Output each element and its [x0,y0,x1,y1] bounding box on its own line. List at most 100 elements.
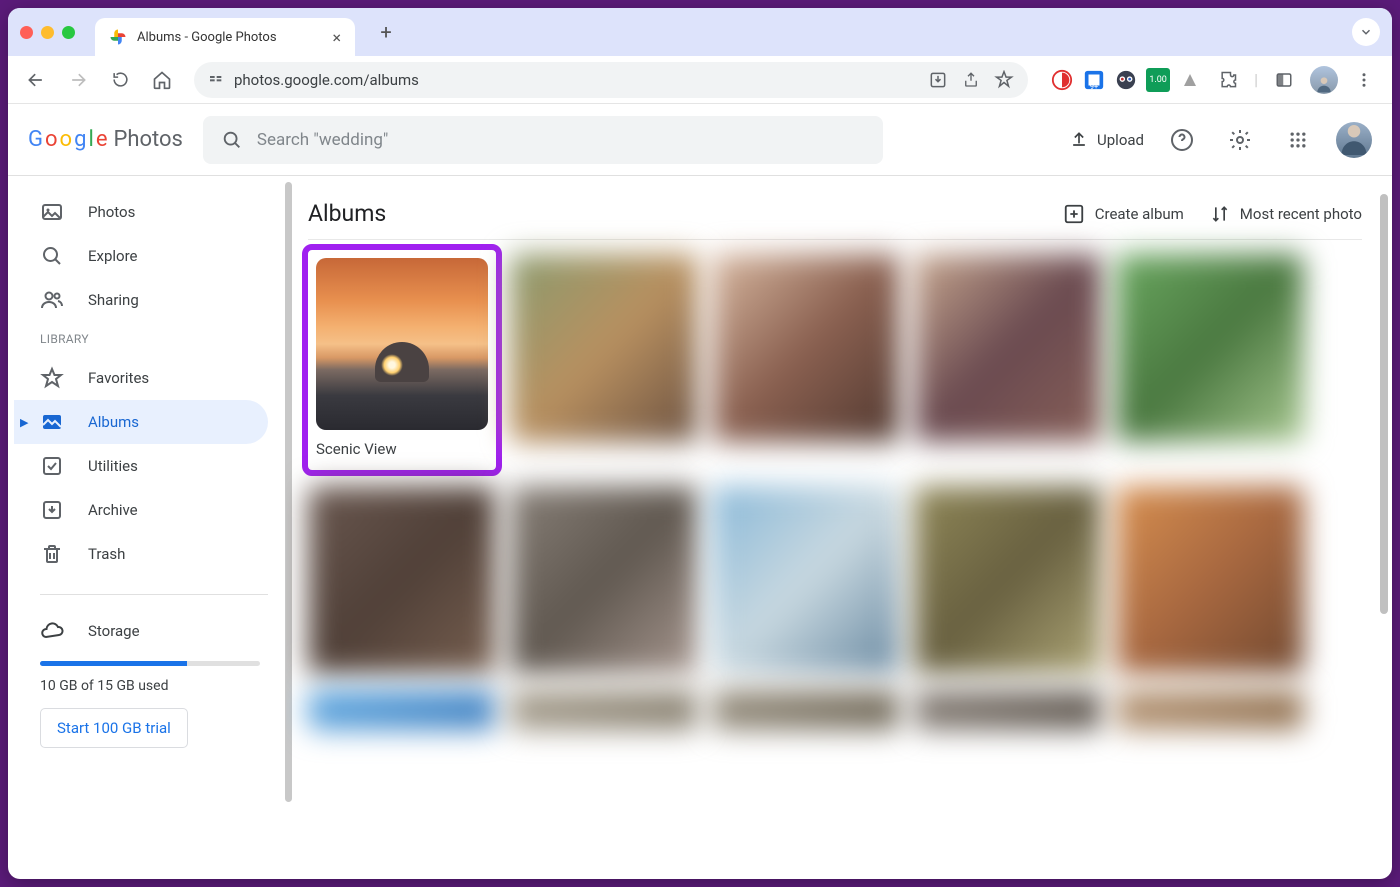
account-avatar[interactable] [1336,122,1372,158]
album-scenic-view[interactable]: Scenic View [308,250,496,470]
puzzle-icon [1218,70,1238,90]
sidepanel-button[interactable] [1266,62,1302,98]
create-album-label: Create album [1095,205,1184,223]
extension-2-icon[interactable]: 9+ [1082,68,1106,92]
album-title [510,452,698,470]
site-info-icon[interactable] [208,72,224,88]
album-item[interactable] [510,486,698,674]
extensions-button[interactable] [1210,62,1246,98]
share-icon[interactable] [962,71,980,89]
upload-button[interactable]: Upload [1069,130,1144,150]
sort-button[interactable]: Most recent photo [1210,203,1362,225]
tabs-dropdown-button[interactable] [1352,18,1380,46]
install-app-icon[interactable] [928,70,948,90]
album-item[interactable] [510,254,698,470]
album-item[interactable] [1116,690,1304,730]
extension-3-icon[interactable] [1114,68,1138,92]
url-text: photos.google.com/albums [234,71,419,89]
album-thumbnail [712,254,900,442]
forward-button[interactable] [60,62,96,98]
extension-5-icon[interactable] [1178,68,1202,92]
album-item[interactable] [1116,254,1304,470]
nav-label: Explore [88,247,138,265]
storage-section: Storage 10 GB of 15 GB used Start 100 GB… [14,609,286,748]
sidebar-item-sharing[interactable]: Sharing [14,278,268,322]
search-icon [40,244,64,268]
browser-toolbar: photos.google.com/albums 9+ 1.00 | [8,56,1392,104]
address-bar[interactable]: photos.google.com/albums [194,62,1028,98]
search-input[interactable] [257,130,865,150]
extension-1-icon[interactable] [1050,68,1074,92]
archive-icon [40,498,64,522]
search-icon [221,129,243,151]
reload-icon [111,70,130,89]
sidebar-item-trash[interactable]: Trash [14,532,268,576]
sidebar-item-albums[interactable]: ▶ Albums [14,400,268,444]
reload-button[interactable] [102,62,138,98]
maximize-window-button[interactable] [62,26,75,39]
bookmark-star-icon[interactable] [994,70,1014,90]
album-item[interactable] [712,690,900,730]
profile-avatar-small[interactable] [1310,66,1338,94]
sidebar-item-photos[interactable]: Photos [14,190,268,234]
upload-icon [1069,130,1089,150]
start-trial-button[interactable]: Start 100 GB trial [40,708,188,748]
album-thumbnail [308,486,496,674]
app-header: Google Photos Upload [8,104,1392,176]
content-area: Photos Explore Sharing LIBRARY Favorites… [8,176,1392,879]
album-title [1116,452,1304,470]
settings-button[interactable] [1220,120,1260,160]
back-button[interactable] [18,62,54,98]
storage-link[interactable]: Storage [40,609,260,653]
sidebar-item-explore[interactable]: Explore [14,234,268,278]
album-item[interactable] [308,690,496,730]
utilities-icon [40,454,64,478]
sidebar-item-archive[interactable]: Archive [14,488,268,532]
album-title: Scenic View [316,440,488,458]
sidebar-item-favorites[interactable]: Favorites [14,356,268,400]
main-content: Albums Create album Most recent photo Sc… [286,176,1392,879]
star-icon [40,366,64,390]
album-item[interactable] [308,486,496,674]
album-item[interactable] [914,254,1102,470]
help-button[interactable] [1162,120,1202,160]
google-photos-logo[interactable]: Google Photos [28,127,183,152]
active-caret-icon: ▶ [20,416,28,429]
album-thumbnail [914,486,1102,674]
nav-label: Photos [88,203,135,221]
album-item[interactable] [1116,486,1304,674]
title-bar: Albums - Google Photos × + [8,8,1392,56]
arrow-left-icon [26,70,46,90]
storage-title-text: Storage [88,622,140,640]
album-item[interactable] [914,690,1102,730]
close-tab-icon[interactable]: × [332,28,341,47]
library-section-label: LIBRARY [14,322,286,356]
storage-progress-bar [40,661,260,666]
album-item[interactable] [914,486,1102,674]
sidebar-item-utilities[interactable]: Utilities [14,444,268,488]
search-box[interactable] [203,116,883,164]
home-button[interactable] [144,62,180,98]
trash-icon [40,542,64,566]
album-item[interactable] [712,254,900,470]
browser-tab[interactable]: Albums - Google Photos × [95,18,355,56]
album-item[interactable] [712,486,900,674]
album-thumbnail [914,254,1102,442]
create-album-button[interactable]: Create album [1063,203,1184,225]
minimize-window-button[interactable] [41,26,54,39]
photo-icon [40,200,64,224]
close-window-button[interactable] [20,26,33,39]
album-thumbnail [1116,486,1304,674]
album-grid: Scenic View [308,254,1362,730]
extension-4-icon[interactable]: 1.00 [1146,68,1170,92]
album-item[interactable] [510,690,698,730]
new-tab-button[interactable]: + [371,17,401,47]
page-title: Albums [308,200,386,227]
main-header: Albums Create album Most recent photo [308,200,1362,240]
album-thumbnail [712,690,900,730]
browser-menu-button[interactable] [1346,62,1382,98]
arrow-right-icon [68,70,88,90]
apps-button[interactable] [1278,120,1318,160]
gear-icon [1228,128,1252,152]
main-scrollbar[interactable] [1380,194,1388,614]
